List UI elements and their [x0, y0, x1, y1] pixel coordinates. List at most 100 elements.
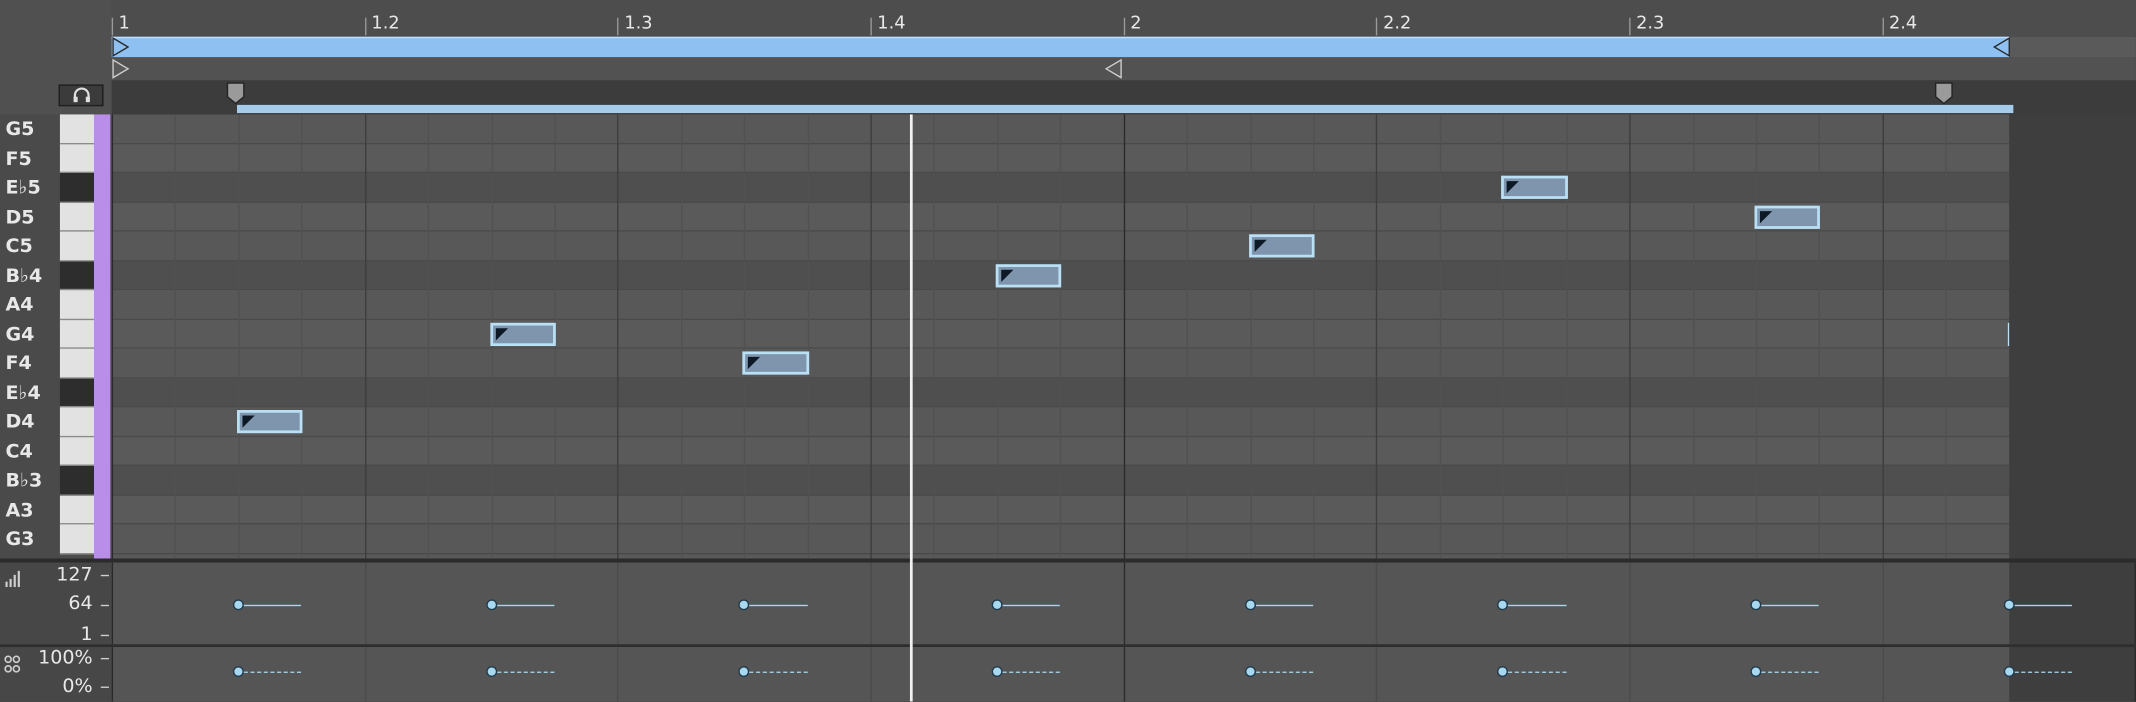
white-key[interactable]: [59, 436, 94, 466]
ruler-label: 1.3: [624, 13, 653, 35]
midi-note[interactable]: [995, 263, 1062, 287]
velocity-triangle: [1001, 269, 1014, 282]
midi-note[interactable]: [489, 322, 556, 346]
key-label: F5: [5, 147, 32, 170]
chance-handle[interactable]: [1750, 666, 1762, 678]
follow-button[interactable]: [58, 84, 104, 107]
clip-end-marker-icon[interactable]: [1103, 58, 1122, 79]
ruler-label: 2: [1130, 13, 1142, 35]
chance-stem: [1761, 671, 1819, 673]
grid-line: [617, 114, 619, 559]
chance-stem: [243, 671, 302, 673]
velocity-triangle: [495, 327, 508, 340]
midi-note[interactable]: [1501, 175, 1568, 199]
headphones-icon: [72, 87, 90, 103]
lane-grid-line: [1882, 562, 1884, 645]
midi-note[interactable]: [742, 351, 809, 375]
clip-start-marker-icon[interactable]: [112, 58, 131, 79]
velocity-stem: [2014, 604, 2072, 607]
black-key[interactable]: [59, 260, 94, 291]
chance-stem: [1255, 671, 1314, 673]
chance-stem: [2014, 671, 2072, 673]
lane-grid-line: [1375, 562, 1378, 645]
ruler-label: 2.4: [1889, 13, 1918, 35]
black-key[interactable]: [59, 465, 94, 496]
chance-handle[interactable]: [991, 666, 1003, 678]
velocity-lane[interactable]: [111, 562, 2136, 645]
white-key[interactable]: [59, 524, 94, 554]
grid-line: [1818, 114, 1820, 559]
ruler-tick: [1882, 17, 1884, 36]
velocity-handle[interactable]: [485, 599, 497, 611]
chance-handle[interactable]: [738, 666, 750, 678]
chance-max-label: 100%: [38, 647, 93, 669]
note-grid[interactable]: [111, 114, 2010, 559]
grid-line: [743, 114, 746, 559]
key-label: A3: [5, 499, 34, 522]
chance-stem: [1002, 671, 1061, 673]
region-end-flag-icon[interactable]: [1934, 82, 1954, 107]
loop-start-icon[interactable]: [112, 36, 131, 58]
grid-line: [174, 114, 176, 559]
velocity-handle[interactable]: [1497, 599, 1509, 611]
region-start-flag-icon[interactable]: [226, 82, 246, 107]
ruler-tick: [617, 17, 619, 36]
key-label: D5: [5, 206, 35, 229]
chance-handle[interactable]: [1497, 666, 1509, 678]
ruler-tick: [364, 17, 366, 36]
grid-line: [681, 114, 683, 559]
velocity-handle[interactable]: [1750, 599, 1762, 611]
black-key[interactable]: [59, 378, 94, 408]
loop-end-icon[interactable]: [1992, 36, 2011, 58]
grid-line: [1123, 114, 1126, 559]
lane-grid-line: [365, 562, 367, 645]
ruler-label: 1.4: [877, 13, 906, 35]
grid-line: [301, 114, 303, 559]
chance-stem: [496, 671, 555, 673]
velocity-triangle: [1759, 210, 1773, 223]
white-key[interactable]: [59, 202, 94, 232]
lane-grid-line: [1123, 562, 1126, 645]
velocity-handle[interactable]: [991, 599, 1003, 611]
velocity-handle[interactable]: [1244, 599, 1256, 611]
chance-handle[interactable]: [2003, 666, 2015, 678]
lane-grid-line: [1629, 562, 1631, 645]
velocity-handle[interactable]: [232, 599, 244, 611]
lane-grid-line: [617, 562, 619, 645]
velocity-handle[interactable]: [2003, 599, 2015, 611]
white-key[interactable]: [59, 319, 94, 349]
white-key[interactable]: [59, 348, 94, 379]
clip-region-bar[interactable]: [237, 104, 2014, 114]
piano-roll-keyboard[interactable]: G5 F5 E♭5 D5 C5 B♭4 A4 G4 F4 E♭4 D4 C4 B♭3 A3 G3: [0, 114, 60, 559]
velocity-handle[interactable]: [738, 599, 750, 611]
fold-strip[interactable]: [93, 114, 111, 559]
loop-brace[interactable]: [111, 36, 2010, 58]
white-key[interactable]: [59, 495, 94, 525]
chance-handle[interactable]: [1244, 666, 1256, 678]
white-key[interactable]: [59, 407, 94, 437]
velocity-stem: [243, 604, 302, 607]
black-key[interactable]: [59, 172, 94, 203]
white-key[interactable]: [59, 290, 94, 320]
lane-grid-line: [870, 647, 872, 702]
grid-line: [111, 114, 114, 559]
white-key[interactable]: [59, 114, 94, 144]
lane-grid-line: [1123, 647, 1126, 702]
grid-line: [933, 114, 935, 559]
lane-grid-line: [1882, 647, 1884, 702]
velocity-triangle: [242, 415, 255, 428]
midi-note[interactable]: [236, 410, 303, 434]
key-label: A4: [5, 294, 34, 317]
chance-handle[interactable]: [232, 666, 244, 678]
white-key[interactable]: [59, 231, 94, 261]
chance-handle[interactable]: [485, 666, 497, 678]
white-key[interactable]: [59, 143, 94, 173]
grid-line: [365, 114, 367, 559]
beat-time-ruler[interactable]: 1 1.2 1.3 1.4 2 2.2 2.3 2.4: [111, 0, 2136, 39]
velocity-min-label: 1: [80, 623, 93, 646]
key-label: G4: [5, 323, 35, 346]
midi-note[interactable]: [1248, 234, 1315, 258]
chance-lane[interactable]: [111, 647, 2136, 702]
tick-mark: [100, 604, 109, 607]
midi-note[interactable]: [1754, 205, 1821, 229]
